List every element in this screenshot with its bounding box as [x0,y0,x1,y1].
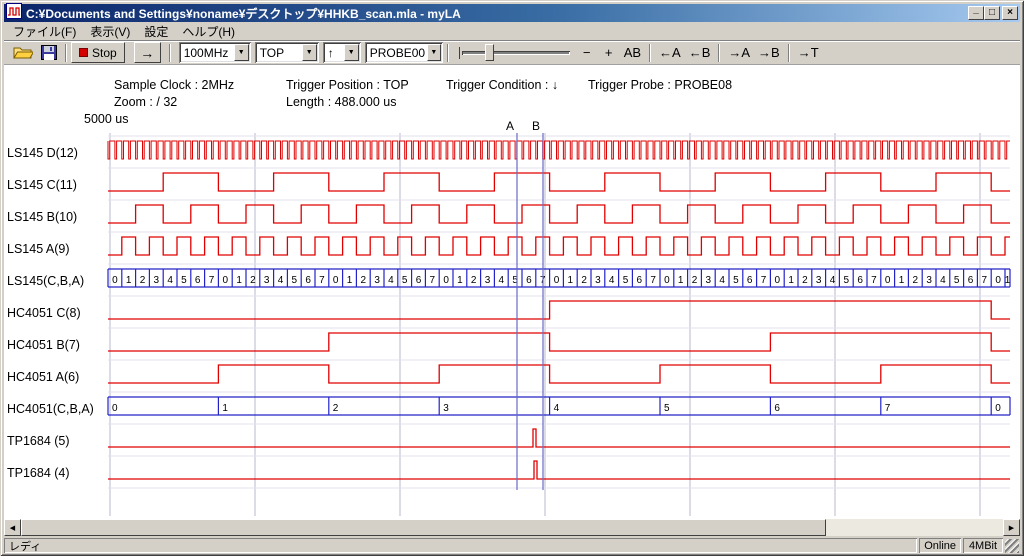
save-floppy-icon [41,45,57,60]
chevron-down-icon[interactable]: ▼ [302,44,317,61]
goto-trigger-button[interactable]: →T [794,42,823,64]
toolbar-separator [649,44,651,62]
zoom-in-button[interactable]: + [598,42,620,64]
zoom-info: Zoom : / 32 [114,95,177,109]
close-icon: × [1007,8,1013,18]
title-bar[interactable]: C:¥Documents and Settings¥noname¥デスクトップ¥… [4,4,1020,22]
trigger-condition-info: Trigger Condition : ↓ [446,78,558,92]
toolbar-separator [718,44,720,62]
status-online: Online [919,538,961,553]
maximize-icon: □ [989,8,995,18]
open-folder-icon [13,45,33,60]
chevron-down-icon[interactable]: ▼ [234,44,249,61]
toolbar-separator [65,44,67,62]
trigger-edge-combobox[interactable]: ↑ ▼ [323,42,361,63]
status-bar: レディ Online 4MBit [4,538,1020,553]
menu-view[interactable]: 表示(V) [83,22,137,41]
chevron-down-icon[interactable]: ▼ [427,44,441,61]
stop-icon [79,48,88,57]
slider-thumb[interactable] [485,44,494,61]
window-controls: _ □ × [968,6,1018,20]
waveform-panel [4,64,1020,519]
probe-value: PROBE00 [365,46,425,60]
scrollbar-track[interactable] [21,519,1003,536]
trigger-position-combobox[interactable]: TOP ▼ [255,42,319,63]
slider-track[interactable] [462,51,570,55]
sample-clock-combobox[interactable]: 100MHz ▼ [179,42,251,63]
toolbar: Stop → 100MHz ▼ TOP ▼ ↑ ▼ PROBE00 ▼ − [4,40,1020,64]
ab-cursor-button[interactable]: AB [620,42,645,64]
scroll-right-button[interactable]: ▶ [1003,519,1020,536]
goto-a-left-button[interactable]: ←A [655,42,685,64]
scroll-left-button[interactable]: ◀ [4,519,21,536]
goto-b-left-button[interactable]: ←B [685,42,715,64]
scroll-left-icon: ◀ [10,524,15,532]
position-slider[interactable] [459,42,570,64]
toolbar-separator [447,44,449,62]
status-memory: 4MBit [963,538,1003,553]
sample-clock-info: Sample Clock : 2MHz [114,78,234,92]
run-arrow-icon: → [140,45,154,61]
stop-button[interactable]: Stop [71,42,125,63]
trigger-position-info: Trigger Position : TOP [286,78,409,92]
length-info: Length : 488.000 us [286,95,397,109]
close-button[interactable]: × [1002,6,1018,20]
minimize-button[interactable]: _ [968,6,984,20]
trigger-probe-info: Trigger Probe : PROBE08 [588,78,732,92]
trigger-position-value: TOP [255,46,284,60]
toolbar-separator [169,44,171,62]
save-file-button[interactable] [37,42,61,64]
menu-settings[interactable]: 設定 [137,22,175,41]
slider-tick [459,47,460,59]
status-ready: レディ [4,538,917,553]
menu-file[interactable]: ファイル(F) [6,22,83,41]
resize-grip[interactable] [1005,539,1019,553]
menu-help[interactable]: ヘルプ(H) [175,22,242,41]
stop-label: Stop [92,46,117,60]
open-file-button[interactable] [9,42,37,64]
run-button[interactable]: → [134,42,161,63]
minimize-icon: _ [973,5,979,15]
goto-a-right-button[interactable]: →A [724,42,754,64]
chevron-down-icon[interactable]: ▼ [344,44,359,61]
time-scale-label: 5000 us [84,112,128,126]
scroll-right-icon: ▶ [1009,524,1014,532]
menu-bar: ファイル(F) 表示(V) 設定 ヘルプ(H) [4,22,1020,40]
sample-clock-value: 100MHz [179,46,229,60]
horizontal-scrollbar[interactable]: ◀ ▶ [4,519,1020,536]
app-icon [6,3,22,24]
window-title: C:¥Documents and Settings¥noname¥デスクトップ¥… [26,5,968,22]
app-window: C:¥Documents and Settings¥noname¥デスクトップ¥… [0,0,1024,556]
probe-combobox[interactable]: PROBE00 ▼ [365,42,443,63]
toolbar-separator [788,44,790,62]
goto-b-right-button[interactable]: →B [754,42,784,64]
scrollbar-thumb[interactable] [21,519,826,536]
zoom-out-button[interactable]: − [576,42,598,64]
trigger-edge-value: ↑ [323,46,334,60]
maximize-button[interactable]: □ [984,6,1000,20]
